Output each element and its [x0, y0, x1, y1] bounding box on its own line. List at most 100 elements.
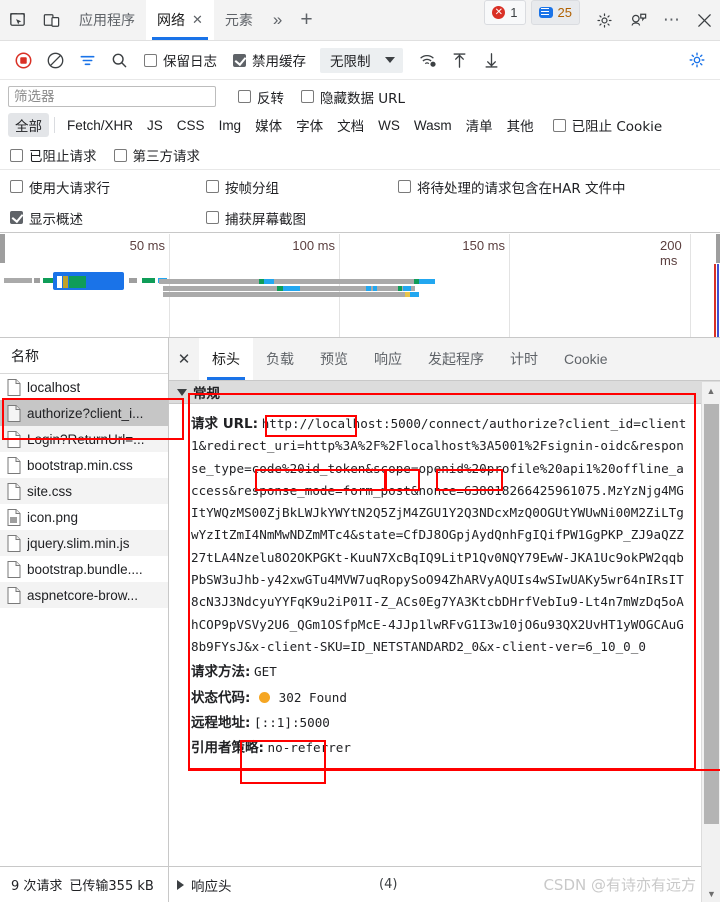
blocked-requests-checkbox[interactable]: 已阻止请求 [10, 145, 97, 165]
tab-preview[interactable]: 预览 [307, 338, 361, 380]
tabbar-spacer [322, 0, 485, 40]
overview-right-handle[interactable] [716, 234, 720, 263]
orange-status-dot-icon [259, 691, 271, 703]
clear-icon[interactable] [40, 46, 70, 74]
scroll-down-arrow-icon[interactable]: ▼ [702, 885, 720, 902]
request-name: jquery.slim.min.js [27, 535, 130, 551]
group-by-frame-checkbox[interactable]: 按帧分组 [206, 177, 398, 197]
request-row-icon-png[interactable]: icon.png [0, 504, 168, 530]
type-chip-font[interactable]: 字体 [289, 113, 330, 137]
chevron-down-icon [384, 57, 395, 63]
checkbox-box[interactable] [233, 53, 246, 67]
import-har-icon[interactable] [445, 46, 475, 74]
checkbox-box[interactable] [113, 148, 127, 162]
request-list-header[interactable]: 名称 [0, 338, 168, 374]
tab-label: 元素 [224, 13, 253, 29]
network-conditions-icon[interactable] [413, 46, 443, 74]
warning-count-button[interactable]: 25 [530, 0, 580, 25]
checkbox-box[interactable] [10, 211, 23, 224]
request-row-aspnetcore-browser-refresh[interactable]: aspnetcore-brow... [0, 582, 168, 608]
network-toolbar: 保留日志 禁用缓存 无限制 [0, 41, 720, 80]
error-count-button[interactable]: ✕ 1 [484, 0, 526, 25]
disable-cache-checkbox[interactable]: 禁用缓存 [233, 50, 306, 70]
feedback-icon[interactable] [621, 0, 655, 40]
checkbox-box[interactable] [206, 180, 219, 193]
inspect-element-icon[interactable] [0, 0, 34, 40]
device-toolbar-icon[interactable] [34, 0, 68, 40]
request-row-authorize[interactable]: authorize?client_i... [0, 400, 168, 426]
request-name: Login?ReturnUrl=... [27, 431, 145, 447]
type-chip-media[interactable]: 媒体 [248, 113, 289, 137]
invert-checkbox[interactable]: 反转 [238, 87, 284, 107]
tab-cookies[interactable]: Cookie [551, 338, 621, 380]
include-pending-har-checkbox[interactable]: 将待处理的请求包含在HAR 文件中 [398, 177, 626, 197]
request-row-login[interactable]: Login?ReturnUrl=... [0, 426, 168, 452]
request-row-site-css[interactable]: site.css [0, 478, 168, 504]
request-row-localhost[interactable]: localhost [0, 374, 168, 400]
throttling-dropdown[interactable]: 无限制 [320, 47, 403, 73]
general-section-header[interactable]: 常规 [169, 381, 720, 404]
tab-response[interactable]: 响应 [361, 338, 415, 380]
type-chip-doc[interactable]: 文档 [330, 113, 371, 137]
checkbox-box[interactable] [10, 148, 23, 162]
request-row-bootstrap-bundle[interactable]: bootstrap.bundle.... [0, 556, 168, 582]
checkbox-box[interactable] [10, 180, 23, 193]
tab-payload[interactable]: 负载 [253, 338, 307, 380]
invert-label: 反转 [257, 90, 284, 107]
overview-bar [43, 278, 53, 283]
type-chip-img[interactable]: Img [212, 116, 249, 135]
tab-headers[interactable]: 标头 [199, 338, 253, 380]
message-icon [538, 7, 553, 18]
overview-selection[interactable] [53, 272, 124, 290]
detail-scrollbar[interactable]: ▲ ▼ [701, 382, 720, 902]
show-overview-checkbox[interactable]: 显示概述 [10, 208, 206, 228]
big-request-rows-checkbox[interactable]: 使用大请求行 [10, 177, 206, 197]
checkbox-box[interactable] [301, 90, 314, 103]
overview-left-handle[interactable] [0, 234, 5, 263]
network-settings-gear-icon[interactable] [682, 46, 712, 74]
search-icon[interactable] [104, 46, 134, 74]
blocked-cookies-checkbox[interactable]: 已阻止 Cookie [552, 115, 662, 135]
type-chip-fetch-xhr[interactable]: Fetch/XHR [60, 116, 140, 135]
close-detail-icon[interactable]: ✕ [169, 338, 199, 380]
chevron-right-icon [177, 879, 184, 890]
type-chip-other[interactable]: 其他 [500, 113, 541, 137]
scroll-up-arrow-icon[interactable]: ▲ [702, 382, 720, 399]
overview-bar [283, 286, 300, 291]
network-overview-timeline[interactable]: 50 ms 100 ms 150 ms 200 ms [0, 234, 720, 338]
tab-network[interactable]: 网络 ✕ [146, 0, 214, 40]
checkbox-box[interactable] [206, 211, 219, 224]
request-row-bootstrap-min-css[interactable]: bootstrap.min.css [0, 452, 168, 478]
record-stop-icon[interactable] [8, 46, 38, 74]
request-row-jquery-slim-min-js[interactable]: jquery.slim.min.js [0, 530, 168, 556]
filter-icon[interactable] [72, 46, 102, 74]
capture-screenshots-checkbox[interactable]: 捕获屏幕截图 [206, 208, 398, 228]
add-tab-icon[interactable]: + [291, 0, 321, 40]
more-tabs-icon[interactable]: » [264, 0, 291, 40]
gear-icon[interactable] [587, 0, 621, 40]
checkbox-box[interactable] [552, 118, 566, 132]
type-chip-manifest[interactable]: 清单 [459, 113, 500, 137]
preserve-log-checkbox[interactable]: 保留日志 [144, 50, 217, 70]
filter-input[interactable] [8, 86, 216, 107]
checkbox-box[interactable] [144, 53, 157, 67]
hide-data-url-checkbox[interactable]: 隐藏数据 URL [301, 87, 405, 107]
export-har-icon[interactable] [477, 46, 507, 74]
scrollbar-thumb[interactable] [704, 404, 719, 824]
tab-application[interactable]: 应用程序 [68, 0, 146, 40]
tab-elements[interactable]: 元素 [214, 0, 264, 40]
image-file-icon [7, 508, 21, 526]
type-chip-wasm[interactable]: Wasm [407, 116, 459, 135]
tab-initiator[interactable]: 发起程序 [415, 338, 497, 380]
close-devtools-icon[interactable] [688, 0, 720, 40]
type-chip-css[interactable]: CSS [170, 116, 212, 135]
more-options-icon[interactable]: ⋯ [655, 0, 688, 40]
checkbox-box[interactable] [238, 90, 251, 103]
type-chip-ws[interactable]: WS [371, 116, 407, 135]
third-party-requests-checkbox[interactable]: 第三方请求 [113, 145, 200, 165]
checkbox-box[interactable] [398, 180, 411, 193]
type-chip-js[interactable]: JS [140, 116, 170, 135]
tab-timing[interactable]: 计时 [497, 338, 551, 380]
close-icon[interactable]: ✕ [192, 13, 203, 28]
type-chip-all[interactable]: 全部 [8, 113, 49, 137]
